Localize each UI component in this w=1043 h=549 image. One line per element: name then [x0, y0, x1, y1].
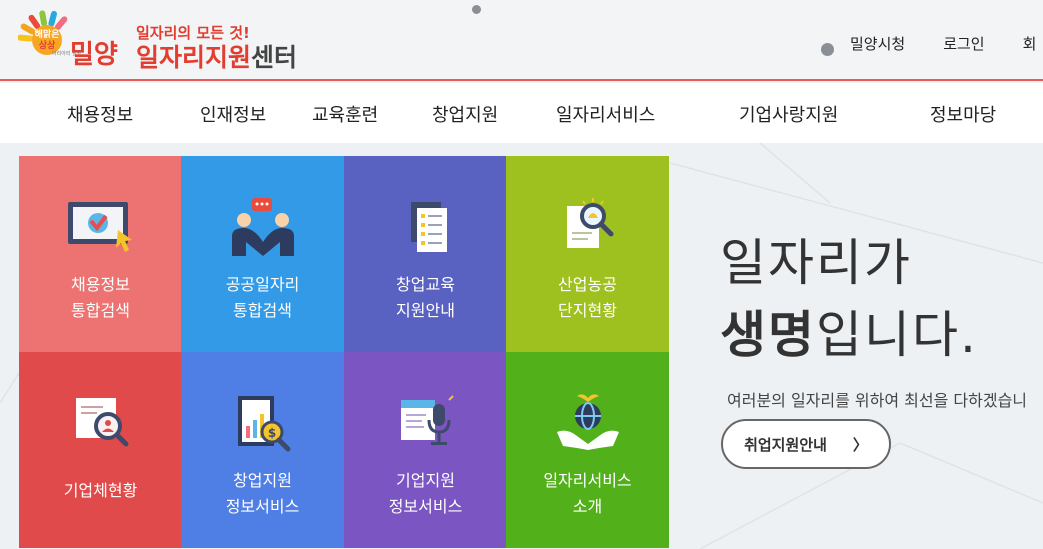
tile-label: 기업지원 정보서비스 [388, 471, 463, 516]
site-header: 해맑은 상상 일자리의 모든 것! 밀양 일자리지원센터 아리아리 밀양 밀양시… [0, 0, 1043, 81]
hero-copy: 일자리가 생명입니다. 여러분의 일자리를 위하여 최선을 다하겠습니 취업지원… [720, 223, 1043, 469]
nav-item-company-support[interactable]: 기업사랑지원 [739, 101, 838, 127]
profile-search-icon [75, 398, 128, 447]
main-nav: 채용정보 인재정보 교육훈련 창업지원 일자리서비스 기업사랑지원 정보마당 [0, 83, 1043, 143]
chart-coin-icon: $ [237, 396, 290, 452]
site-logo[interactable]: 해맑은 상상 일자리의 모든 것! 밀양 일자리지원센터 아리아리 밀양 [18, 6, 318, 72]
tile-label: 창업교육 지원안내 [396, 275, 455, 320]
nav-item-job-services[interactable]: 일자리서비스 [556, 101, 655, 127]
svg-text:$: $ [267, 426, 275, 440]
tile-label: 공공일자리 통합검색 [225, 275, 300, 320]
nav-item-jobs[interactable]: 채용정보 [67, 101, 133, 127]
globe-hands-icon [556, 394, 619, 450]
util-link-city-hall[interactable]: 밀양시청 [850, 33, 905, 54]
tile-industrial-complex[interactable]: 산업농공 단지현황 [506, 156, 669, 352]
tile-startup-info[interactable]: $ 창업지원 정보서비스 [181, 352, 344, 548]
tile-label: 일자리서비스 소개 [543, 471, 632, 516]
nav-item-talent[interactable]: 인재정보 [200, 101, 266, 127]
logo-center-name: 일자리지원센터 [136, 38, 297, 74]
quick-menu-tiles: 채용정보 통합검색 공공일자리 통합검색 창업교육 지원안내 산업농공 단지현황… [19, 156, 669, 549]
hero-headline-line1: 일자리가 [720, 234, 912, 292]
logo-mini-text: 아리아리 밀양 [52, 51, 82, 57]
tile-label: 산업농공 단지현황 [558, 275, 617, 320]
decor-dot [821, 43, 834, 56]
utility-links: 밀양시청 로그인 회 [850, 33, 1036, 54]
nav-item-info[interactable]: 정보마당 [930, 101, 996, 127]
logo-center-dark: 센터 [251, 43, 298, 72]
tile-company-support-info[interactable]: 기업지원 정보서비스 [344, 352, 507, 548]
tile-label: 기업체현황 [63, 481, 138, 500]
chevron-right-icon: 〉 [852, 435, 868, 454]
tile-startup-education[interactable]: 창업교육 지원안내 [344, 156, 507, 352]
hero-subtext: 여러분의 일자리를 위하여 최선을 다하겠습니 [727, 391, 1028, 410]
document-magnifier-icon [566, 198, 613, 248]
tile-public-jobs[interactable]: 공공일자리 통합검색 [181, 156, 344, 352]
logo-center-red: 일자리지원 [136, 43, 252, 72]
tile-company-status[interactable]: 기업체현황 [19, 352, 182, 548]
util-link-login[interactable]: 로그인 [943, 33, 984, 54]
people-chat-icon [231, 198, 294, 256]
tile-job-search[interactable]: 채용정보 통합검색 [19, 156, 182, 352]
document-mic-icon [400, 395, 454, 445]
main-visual: 채용정보 통합검색 공공일자리 통합검색 창업교육 지원안내 산업농공 단지현황… [0, 143, 1043, 549]
nav-item-training[interactable]: 교육훈련 [312, 101, 378, 127]
monitor-cursor-icon [67, 202, 132, 252]
notebook-icon [410, 202, 447, 252]
tile-label: 창업지원 정보서비스 [225, 471, 300, 516]
employment-support-button[interactable]: 취업지원안내 〉 [721, 419, 891, 469]
hero-headline-line2: 생명입니다. [720, 295, 1043, 367]
hero-headline-rest: 입니다. [816, 306, 978, 364]
tile-job-service-intro[interactable]: 일자리서비스 소개 [506, 352, 669, 548]
util-link-join[interactable]: 회 [1023, 33, 1037, 54]
employment-support-label: 취업지원안내 [744, 435, 827, 454]
decor-dot [472, 5, 481, 14]
tile-label: 채용정보 통합검색 [71, 275, 130, 320]
nav-item-startup[interactable]: 창업지원 [432, 101, 498, 127]
hero-headline-bold: 생명 [720, 306, 816, 364]
svg-text:해맑은: 해맑은 [35, 28, 60, 40]
